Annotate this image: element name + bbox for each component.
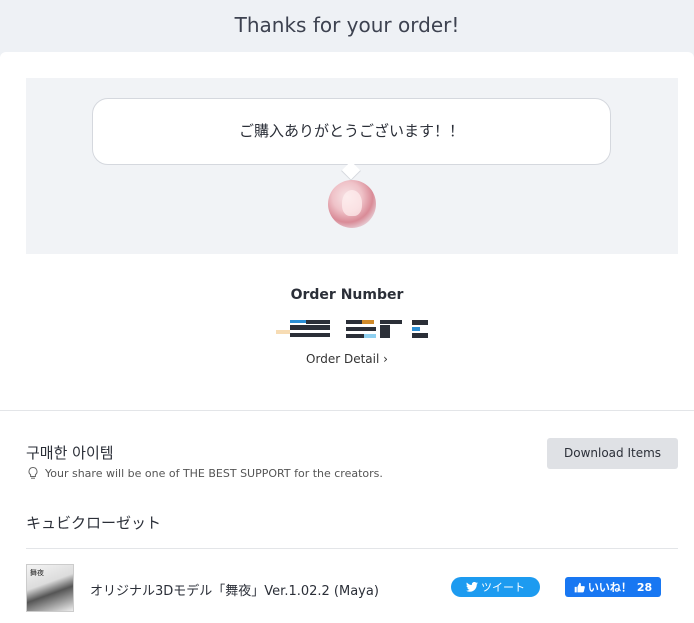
order-number-label: Order Number: [290, 287, 404, 303]
share-note: Your share will be one of THE BEST SUPPO…: [26, 466, 383, 480]
like-label: いいね！: [587, 581, 632, 594]
creator-message-box: ご購入ありがとうございます！！: [26, 78, 678, 254]
order-detail-link[interactable]: Order Detail ›: [0, 352, 694, 366]
share-note-text: Your share will be one of THE BEST SUPPO…: [45, 466, 383, 480]
creator-message: ご購入ありがとうございます！！: [238, 122, 464, 140]
speech-bubble: ご購入ありがとうございます！！: [92, 98, 611, 165]
order-card: ご購入ありがとうございます！！ Order Number Order Detai…: [0, 52, 694, 623]
tweet-button[interactable]: ツイート: [451, 577, 540, 597]
facebook-like-button[interactable]: いいね！ 28: [565, 577, 661, 597]
shop-divider: [26, 548, 678, 549]
thumbs-up-icon: [574, 582, 585, 592]
item-thumbnail-label: 舞夜: [30, 569, 44, 577]
tweet-label: ツイート: [481, 581, 525, 594]
like-count: 28: [636, 580, 653, 594]
creator-avatar[interactable]: [328, 180, 376, 228]
item-thumbnail[interactable]: 舞夜: [26, 564, 74, 612]
purchased-items-heading: 구매한 아이템: [26, 444, 114, 462]
twitter-bird-icon: [466, 582, 478, 592]
lightbulb-icon: [28, 466, 38, 479]
shop-name[interactable]: キュビクローゼット: [26, 512, 161, 533]
section-divider: [0, 410, 694, 411]
download-items-button[interactable]: Download Items: [547, 438, 678, 469]
page-title: Thanks for your order!: [234, 13, 460, 37]
item-title[interactable]: オリジナル3Dモデル「舞夜」Ver.1.02.2 (Maya): [90, 580, 379, 599]
order-number-redacted: [276, 320, 428, 340]
page-header: Thanks for your order!: [0, 0, 694, 52]
